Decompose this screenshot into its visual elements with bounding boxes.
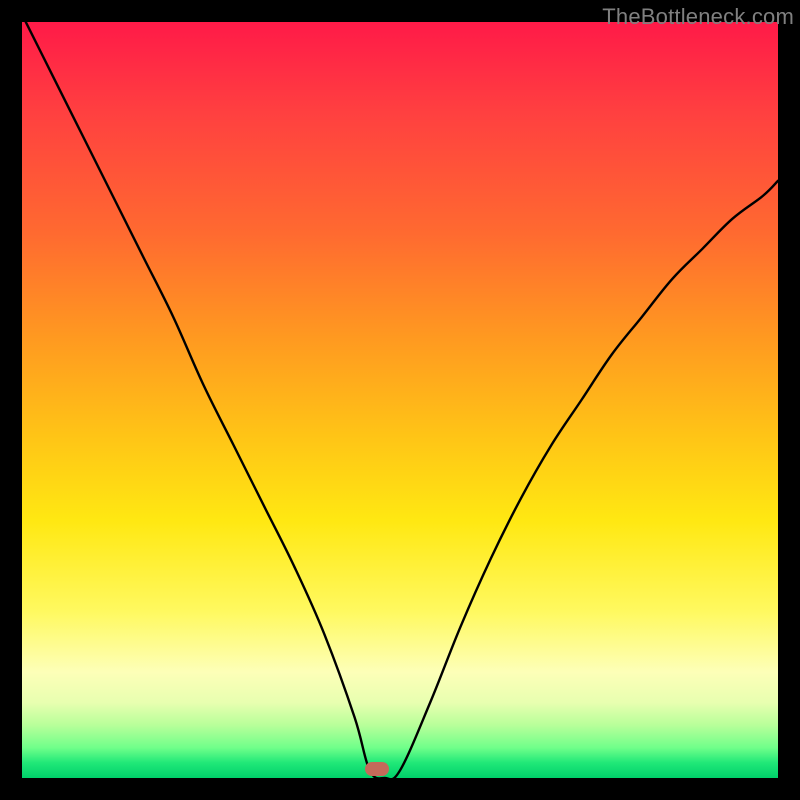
curve-layer xyxy=(22,22,778,778)
bottleneck-chart: TheBottleneck.com xyxy=(0,0,800,800)
watermark-text: TheBottleneck.com xyxy=(602,4,794,30)
optimal-marker xyxy=(365,762,389,776)
plot-area xyxy=(22,22,778,778)
bottleneck-curve-path xyxy=(22,22,778,778)
